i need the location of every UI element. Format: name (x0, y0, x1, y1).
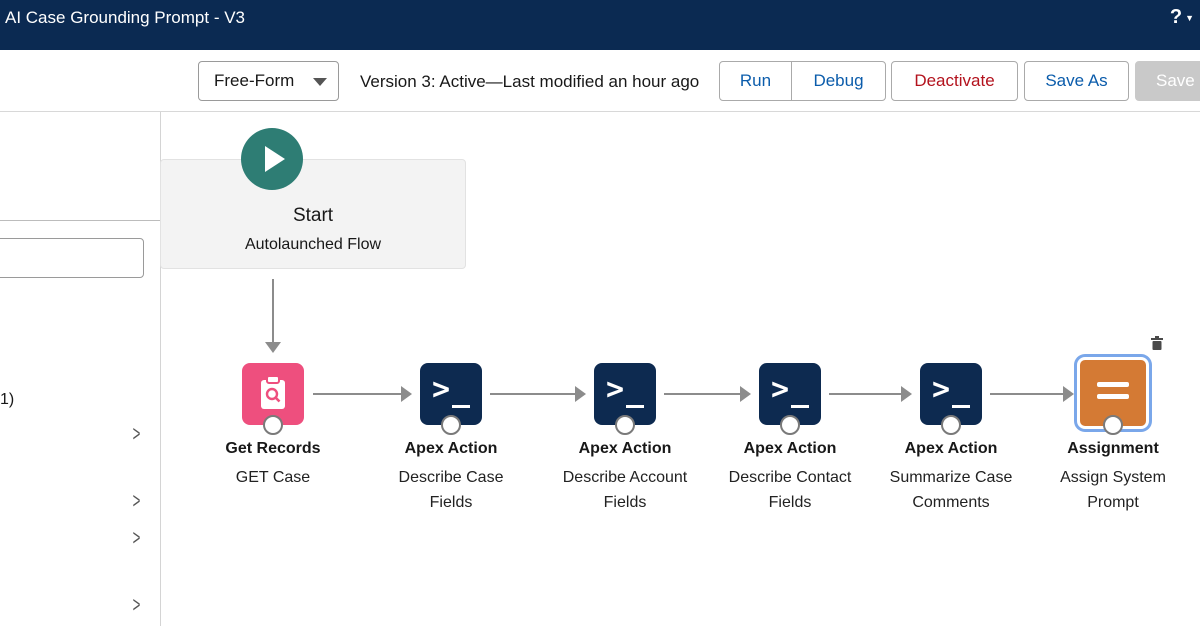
start-icon[interactable] (241, 128, 303, 190)
node-connector-handle[interactable] (1103, 415, 1123, 435)
terminal-cursor (626, 405, 644, 408)
terminal-cursor (452, 405, 470, 408)
node-name-label: Summarize Case Comments (889, 469, 1013, 511)
node-type-label: Apex Action (578, 440, 672, 457)
node-type-label: Apex Action (404, 440, 498, 457)
node-type-label: Get Records (225, 440, 321, 457)
node-type-label: Assignment (1067, 440, 1159, 457)
node-connector-handle[interactable] (780, 415, 800, 435)
chevron-right-icon[interactable]: > (133, 592, 141, 618)
panel-partial-text: 1) (0, 391, 15, 408)
node-connector-handle[interactable] (941, 415, 961, 435)
node-type-label: Apex Action (904, 440, 998, 457)
terminal-icon: > (432, 372, 451, 407)
version-status: Version 3: Active—Last modified an hour … (360, 72, 700, 91)
node-name-label: Describe Contact Fields (728, 469, 852, 511)
chevron-down-icon (313, 78, 327, 86)
start-subtitle: Autolaunched Flow (244, 236, 382, 253)
terminal-cursor (791, 405, 809, 408)
node-name-label: GET Case (235, 469, 311, 486)
save-as-button[interactable]: Save As (1024, 61, 1129, 101)
toolbox-search-input[interactable] (0, 238, 144, 278)
help-menu[interactable]: ? ▼ (1170, 6, 1194, 29)
flow-type-value: Free-Form (214, 71, 295, 90)
terminal-icon: > (771, 372, 790, 407)
chevron-right-icon[interactable]: > (133, 421, 141, 447)
terminal-cursor (952, 405, 970, 408)
node-name-label: Describe Account Fields (562, 469, 688, 511)
run-button[interactable]: Run (719, 61, 792, 101)
start-title: Start (292, 205, 334, 226)
flow-type-select[interactable]: Free-Form (198, 61, 339, 101)
node-name-label: Assign System Prompt (1060, 469, 1166, 511)
node-connector-handle[interactable] (441, 415, 461, 435)
node-connector-handle[interactable] (615, 415, 635, 435)
save-button[interactable]: Save (1135, 61, 1200, 101)
terminal-icon: > (606, 372, 625, 407)
deactivate-button[interactable]: Deactivate (891, 61, 1018, 101)
trash-icon[interactable] (1150, 336, 1164, 350)
question-icon: ? (1169, 6, 1183, 28)
window-title: AI Case Grounding Prompt - V3 (5, 8, 246, 27)
node-name-label: Describe Case Fields (398, 469, 504, 511)
debug-button[interactable]: Debug (791, 61, 886, 101)
title-bar: AI Case Grounding Prompt - V3 ? ▼ (0, 0, 1200, 50)
node-type-label: Apex Action (743, 440, 837, 457)
chevron-right-icon[interactable]: > (133, 525, 141, 551)
toolbar: Free-Form Version 3: Active—Last modifie… (0, 50, 1200, 112)
chevron-right-icon[interactable]: > (133, 488, 141, 514)
panel-divider (0, 220, 161, 221)
chevron-down-icon: ▼ (1185, 12, 1194, 23)
play-icon (265, 146, 285, 172)
toolbox-panel: 1) > > > > (0, 112, 161, 626)
terminal-icon: > (932, 372, 951, 407)
node-connector-handle[interactable] (263, 415, 283, 435)
